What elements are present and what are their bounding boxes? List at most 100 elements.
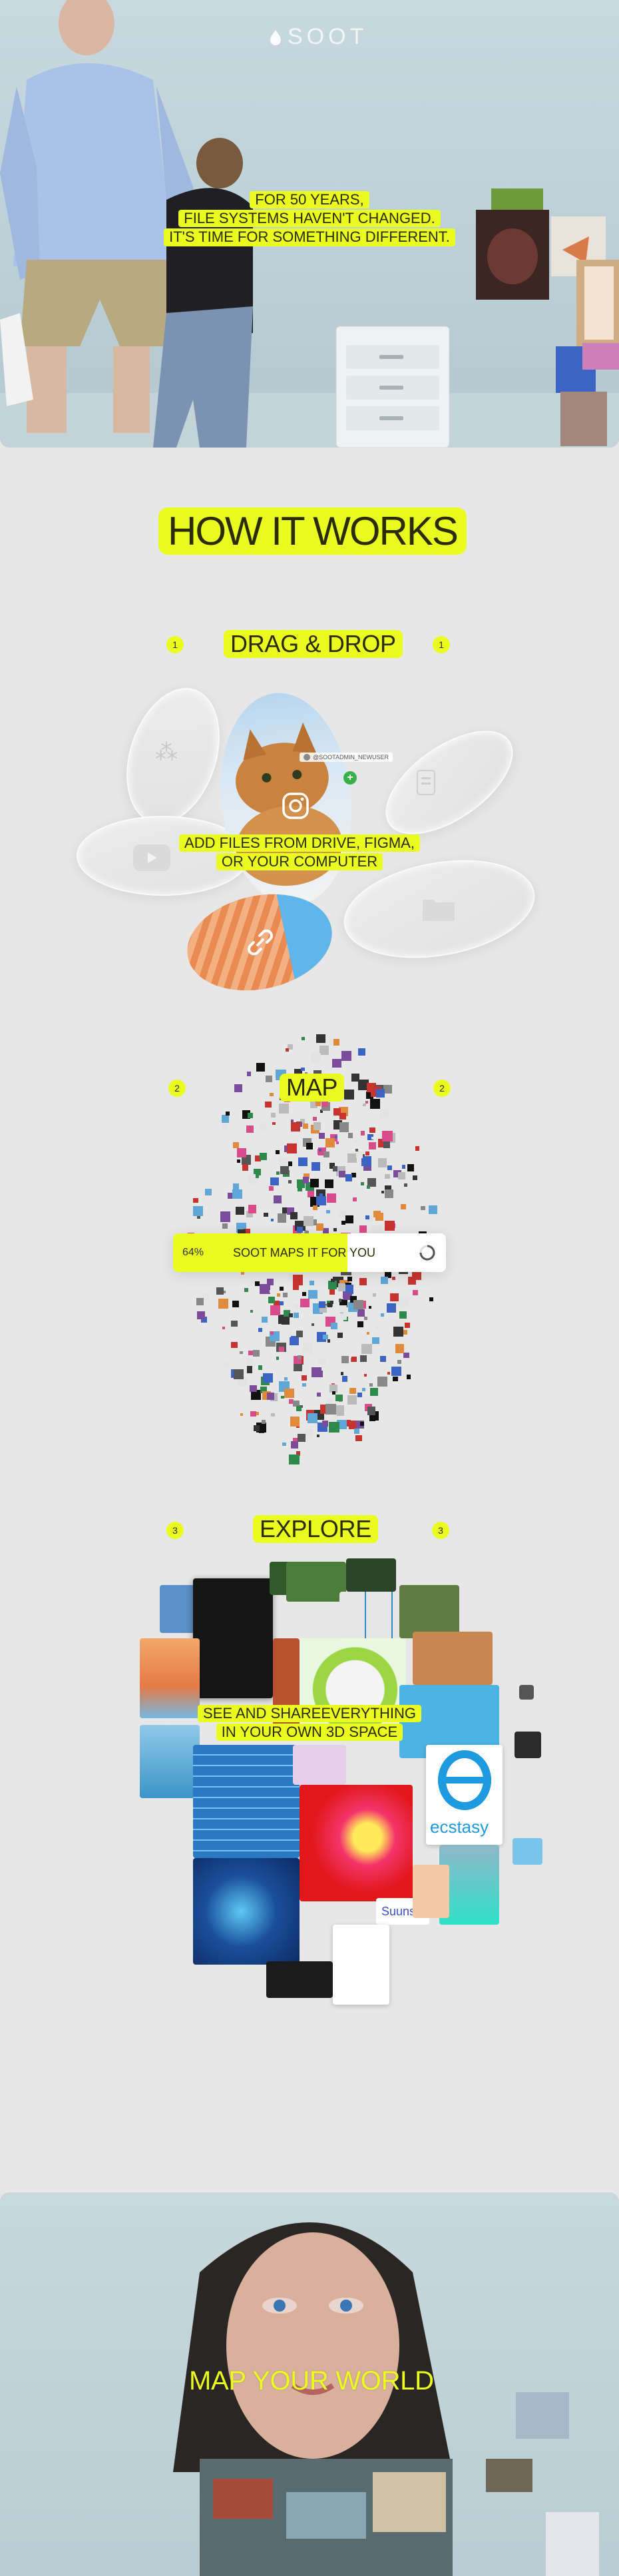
progress-status: SOOT MAPS IT FOR YOU bbox=[233, 1246, 376, 1259]
collage-tile-forest-2[interactable] bbox=[399, 1585, 459, 1638]
map-thumbnail bbox=[361, 1131, 365, 1135]
map-thumbnail bbox=[347, 1395, 357, 1405]
map-thumbnail bbox=[288, 1179, 292, 1183]
map-thumbnail bbox=[339, 1171, 346, 1178]
map-thumbnail bbox=[296, 1406, 302, 1412]
map-thumbnail bbox=[327, 1339, 331, 1343]
step3-line-1: SEE AND SHAREEVERYTHING bbox=[198, 1705, 421, 1723]
map-thumbnail bbox=[327, 1281, 337, 1290]
loading-spinner-icon bbox=[419, 1245, 435, 1261]
collage-tile-peach[interactable] bbox=[413, 1865, 449, 1918]
collage-tile-blue-dots[interactable] bbox=[160, 1585, 198, 1633]
map-thumbnail bbox=[357, 1321, 363, 1327]
map-thumbnail bbox=[408, 1277, 416, 1285]
map-thumbnail bbox=[360, 1422, 365, 1427]
map-thumbnail bbox=[256, 1062, 266, 1072]
map-thumbnail bbox=[330, 1323, 337, 1330]
map-thumbnail bbox=[383, 1141, 391, 1149]
map-thumbnail bbox=[297, 1433, 306, 1442]
map-thumbnail bbox=[339, 1122, 349, 1132]
map-thumbnail bbox=[308, 1191, 315, 1197]
map-thumbnail bbox=[391, 1366, 401, 1377]
link-icon[interactable] bbox=[245, 927, 276, 958]
map-thumbnail bbox=[263, 1373, 273, 1383]
collage-tile-ecstasy[interactable]: ecstasy bbox=[426, 1745, 503, 1845]
collage-tile-forest[interactable] bbox=[286, 1562, 346, 1602]
map-thumbnail bbox=[385, 1189, 394, 1199]
map-thumbnail bbox=[377, 1158, 387, 1167]
hero-headline: FOR 50 YEARS, FILE SYSTEMS HAVEN'T CHANG… bbox=[133, 191, 486, 246]
collage-tile-small-blue[interactable] bbox=[513, 1838, 542, 1865]
collage-tile-boxes[interactable] bbox=[339, 1592, 426, 1638]
collage-tile-photo[interactable] bbox=[413, 1632, 493, 1685]
collage-tile-dark[interactable] bbox=[266, 1961, 333, 1998]
map-thumbnail bbox=[279, 1286, 284, 1291]
map-thumbnail bbox=[385, 1173, 390, 1179]
map-thumbnail bbox=[428, 1205, 437, 1214]
map-thumbnail bbox=[347, 1277, 352, 1282]
map-thumbnail bbox=[218, 1299, 229, 1309]
map-thumbnail bbox=[391, 1277, 395, 1280]
collage-tile-teal[interactable] bbox=[439, 1845, 499, 1925]
map-thumbnail bbox=[192, 1205, 203, 1216]
step1-number-right: 1 bbox=[433, 636, 450, 653]
map-thumbnail bbox=[310, 1178, 319, 1188]
map-thumbnail bbox=[343, 1293, 351, 1300]
map-thumbnail bbox=[401, 1204, 406, 1209]
instagram-icon[interactable] bbox=[281, 791, 310, 820]
map-thumbnail bbox=[270, 1092, 274, 1097]
collage-tile-dark-green[interactable] bbox=[346, 1558, 396, 1592]
map-thumbnail bbox=[375, 1088, 385, 1098]
collage-tile-blue-stripes[interactable] bbox=[193, 1745, 300, 1858]
map-thumbnail bbox=[308, 1351, 312, 1355]
collage-tile-red-horse[interactable] bbox=[300, 1785, 413, 1901]
map-thumbnail bbox=[347, 1153, 357, 1163]
map-thumbnail bbox=[368, 1306, 372, 1309]
map-thumbnail bbox=[253, 1350, 260, 1357]
map-thumbnail bbox=[259, 1283, 270, 1295]
map-thumbnail bbox=[333, 1108, 341, 1116]
step1-caption: ADD FILES FROM DRIVE, FIGMA, OR YOUR COM… bbox=[166, 834, 433, 871]
map-thumbnail bbox=[369, 1099, 380, 1110]
map-thumbnail bbox=[216, 1287, 224, 1295]
map-thumbnail bbox=[339, 1305, 347, 1313]
map-thumbnail bbox=[379, 1109, 389, 1118]
map-thumbnail bbox=[364, 1317, 368, 1321]
map-thumbnail bbox=[307, 1413, 317, 1423]
map-thumbnail bbox=[395, 1344, 405, 1353]
collage-tile-suuns[interactable]: Suuns bbox=[376, 1898, 429, 1925]
map-thumbnail bbox=[284, 1388, 294, 1398]
map-thumbnail bbox=[278, 1103, 289, 1114]
map-thumbnail bbox=[270, 1177, 279, 1185]
collage-tile-red-dots[interactable] bbox=[333, 1925, 389, 2005]
map-thumbnail bbox=[270, 1331, 274, 1335]
map-thumbnail bbox=[335, 1141, 339, 1144]
map-thumbnail bbox=[398, 1172, 405, 1179]
map-thumbnail bbox=[381, 1191, 385, 1194]
map-thumbnail bbox=[255, 1174, 260, 1178]
collage-tile-blue-swirl[interactable] bbox=[193, 1858, 300, 1965]
map-thumbnail bbox=[354, 1429, 359, 1434]
map-thumbnail bbox=[254, 1281, 260, 1287]
map-thumbnail bbox=[369, 1142, 377, 1149]
map-thumbnail bbox=[246, 1126, 254, 1133]
collage-tile-pink[interactable] bbox=[293, 1745, 346, 1785]
map-thumbnail bbox=[341, 1209, 347, 1215]
map-thumbnail bbox=[205, 1189, 212, 1195]
collage-tile-dark-book[interactable] bbox=[193, 1578, 273, 1698]
collage-tile-small-1[interactable] bbox=[519, 1685, 534, 1700]
map-thumbnail bbox=[377, 1376, 388, 1387]
map-thumbnail bbox=[369, 1383, 373, 1387]
map-thumbnail bbox=[373, 1210, 381, 1218]
map-thumbnail bbox=[359, 1225, 367, 1233]
footer-hero: MAP YOUR WORLD bbox=[0, 2192, 619, 2576]
map-thumbnail bbox=[341, 1376, 348, 1382]
map-thumbnail bbox=[349, 1387, 356, 1394]
collage-tile-green[interactable] bbox=[270, 1562, 308, 1595]
collage-tile-small-2[interactable] bbox=[515, 1732, 541, 1758]
map-thumbnail bbox=[345, 1215, 354, 1224]
map-thumbnail bbox=[232, 1300, 240, 1308]
map-thumbnail bbox=[421, 1205, 426, 1211]
brand-logo[interactable]: SOOT bbox=[269, 24, 367, 50]
drag-drop-illustration: ⁂ @SOOTADMIN_NEWUSER + ADD FILES FROM DR… bbox=[67, 676, 552, 1004]
